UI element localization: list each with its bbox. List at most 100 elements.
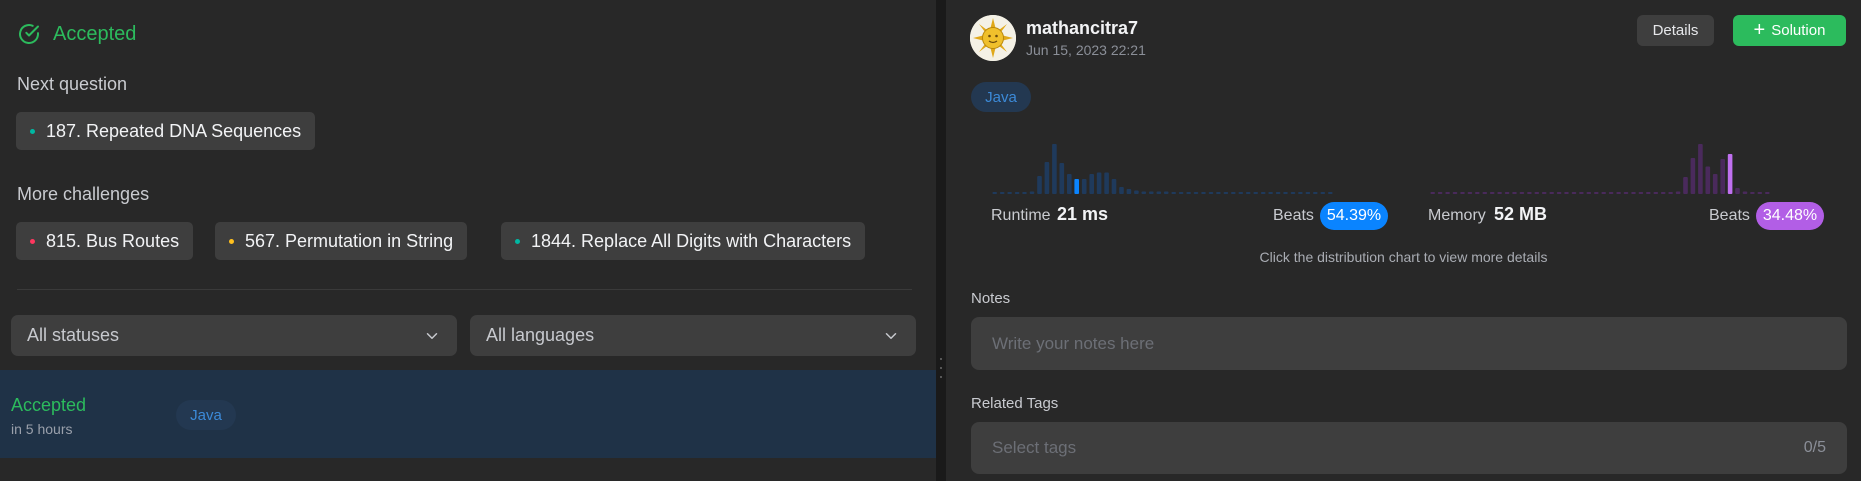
memory-bar bbox=[1549, 192, 1554, 194]
accepted-header: Accepted bbox=[17, 22, 136, 46]
runtime-bar bbox=[1104, 172, 1109, 194]
runtime-bar bbox=[1171, 192, 1176, 194]
memory-bar bbox=[1489, 192, 1495, 194]
challenge-chip[interactable]: 567. Permutation in String bbox=[215, 222, 468, 260]
memory-bar bbox=[1735, 188, 1740, 194]
memory-bar bbox=[1690, 158, 1696, 194]
runtime-bar bbox=[1081, 179, 1087, 194]
runtime-bar bbox=[1201, 192, 1206, 194]
memory-bar bbox=[1668, 192, 1673, 194]
memory-distribution-chart[interactable] bbox=[1429, 138, 1771, 194]
runtime-beats-label: Beats bbox=[1273, 207, 1314, 224]
runtime-bar bbox=[1245, 192, 1251, 194]
memory-beats-badge: 34.48% bbox=[1756, 202, 1824, 230]
notes-input[interactable]: Write your notes here bbox=[971, 317, 1847, 370]
challenge-title: 567. Permutation in String bbox=[245, 230, 454, 251]
memory-bar bbox=[1742, 191, 1748, 194]
memory-bar bbox=[1660, 192, 1666, 194]
panel-resizer[interactable] bbox=[936, 0, 946, 481]
runtime-bar bbox=[1320, 192, 1326, 194]
memory-bar bbox=[1720, 159, 1725, 194]
challenge-chip[interactable]: 1844. Replace All Digits with Characters bbox=[501, 222, 866, 260]
runtime-bar bbox=[1268, 192, 1273, 194]
memory-bar bbox=[1616, 192, 1621, 194]
challenge-chip[interactable]: 815. Bus Routes bbox=[16, 222, 194, 260]
runtime-bar bbox=[1260, 192, 1266, 194]
runtime-bar bbox=[1156, 191, 1162, 194]
solution-button[interactable]: + Solution bbox=[1733, 15, 1846, 46]
runtime-bar bbox=[1067, 174, 1072, 194]
memory-bar bbox=[1556, 192, 1562, 194]
runtime-bar bbox=[1149, 191, 1154, 194]
runtime-bar bbox=[1290, 192, 1296, 194]
runtime-bar bbox=[1231, 192, 1236, 194]
memory-bar bbox=[1571, 192, 1577, 194]
memory-bar bbox=[1512, 192, 1517, 194]
runtime-bar bbox=[1208, 192, 1214, 194]
memory-bar bbox=[1638, 192, 1644, 194]
memory-bar bbox=[1519, 192, 1525, 194]
runtime-chart-svg bbox=[992, 144, 1333, 194]
memory-bar bbox=[1594, 192, 1599, 194]
memory-beats-label: Beats bbox=[1709, 207, 1750, 224]
related-tags-label: Related Tags bbox=[971, 395, 1059, 412]
runtime-bar bbox=[1238, 192, 1244, 194]
runtime-bar-highlight bbox=[1074, 179, 1079, 194]
sun-avatar-icon bbox=[970, 15, 1016, 61]
runtime-bar bbox=[1186, 192, 1191, 194]
memory-bar bbox=[1683, 177, 1688, 194]
memory-chart-svg bbox=[1430, 144, 1770, 194]
submission-row-time: in 5 hours bbox=[11, 421, 73, 437]
tags-select[interactable]: Select tags 0/5 bbox=[971, 422, 1847, 474]
chevron-down-icon bbox=[426, 332, 438, 339]
submission-row[interactable]: Accepted in 5 hours Java bbox=[0, 370, 936, 458]
runtime-bar bbox=[1298, 192, 1303, 194]
runtime-bar bbox=[1216, 192, 1221, 194]
memory-bar bbox=[1757, 192, 1763, 194]
memory-bar bbox=[1623, 192, 1629, 194]
memory-bar bbox=[1631, 192, 1636, 194]
runtime-bar bbox=[1283, 192, 1288, 194]
divider bbox=[17, 289, 912, 290]
runtime-bar bbox=[1044, 162, 1050, 194]
memory-bar bbox=[1430, 192, 1435, 194]
memory-bar-highlight bbox=[1727, 154, 1733, 194]
details-button[interactable]: Details bbox=[1637, 15, 1714, 46]
runtime-bar bbox=[1163, 191, 1169, 194]
memory-bar bbox=[1534, 192, 1540, 194]
memory-bar bbox=[1675, 191, 1681, 194]
runtime-bar bbox=[1096, 172, 1102, 194]
memory-bar bbox=[1586, 192, 1592, 194]
language-filter-select[interactable]: All languages bbox=[470, 315, 916, 356]
submission-result-panel: Accepted Next question 187. Repeated DNA… bbox=[0, 0, 936, 481]
drag-handle-icon bbox=[940, 358, 942, 378]
next-question-chip[interactable]: 187. Repeated DNA Sequences bbox=[16, 112, 316, 150]
runtime-bar bbox=[1126, 189, 1132, 194]
runtime-bar bbox=[1141, 191, 1147, 194]
runtime-bar bbox=[1253, 192, 1258, 194]
tags-placeholder: Select tags bbox=[992, 438, 1077, 457]
memory-bar bbox=[1452, 192, 1458, 194]
username[interactable]: mathancitra7 bbox=[1026, 18, 1138, 39]
runtime-distribution-chart[interactable] bbox=[991, 138, 1334, 194]
notes-label: Notes bbox=[971, 290, 1011, 307]
runtime-bar bbox=[1275, 192, 1281, 194]
runtime-beats-badge: 54.39% bbox=[1320, 202, 1388, 230]
memory-bar bbox=[1504, 192, 1510, 194]
avatar[interactable] bbox=[970, 15, 1016, 61]
submission-detail-panel: mathancitra7 Jun 15, 2023 22:21 Details … bbox=[946, 0, 1861, 481]
chart-hint: Click the distribution chart to view mor… bbox=[1259, 249, 1548, 265]
runtime-bar bbox=[1193, 192, 1199, 194]
runtime-bar bbox=[1052, 144, 1057, 194]
memory-bar bbox=[1460, 192, 1465, 194]
language-pill: Java bbox=[176, 400, 236, 430]
runtime-bar bbox=[1037, 176, 1042, 194]
difficulty-dot bbox=[30, 238, 35, 244]
status-filter-select[interactable]: All statuses bbox=[11, 315, 457, 356]
memory-bar bbox=[1765, 192, 1770, 194]
runtime-bar bbox=[1328, 192, 1333, 194]
memory-bar bbox=[1482, 192, 1488, 194]
chevron-down-icon bbox=[885, 332, 897, 339]
memory-bar bbox=[1564, 192, 1569, 194]
solution-button-label: Solution bbox=[1771, 22, 1826, 39]
